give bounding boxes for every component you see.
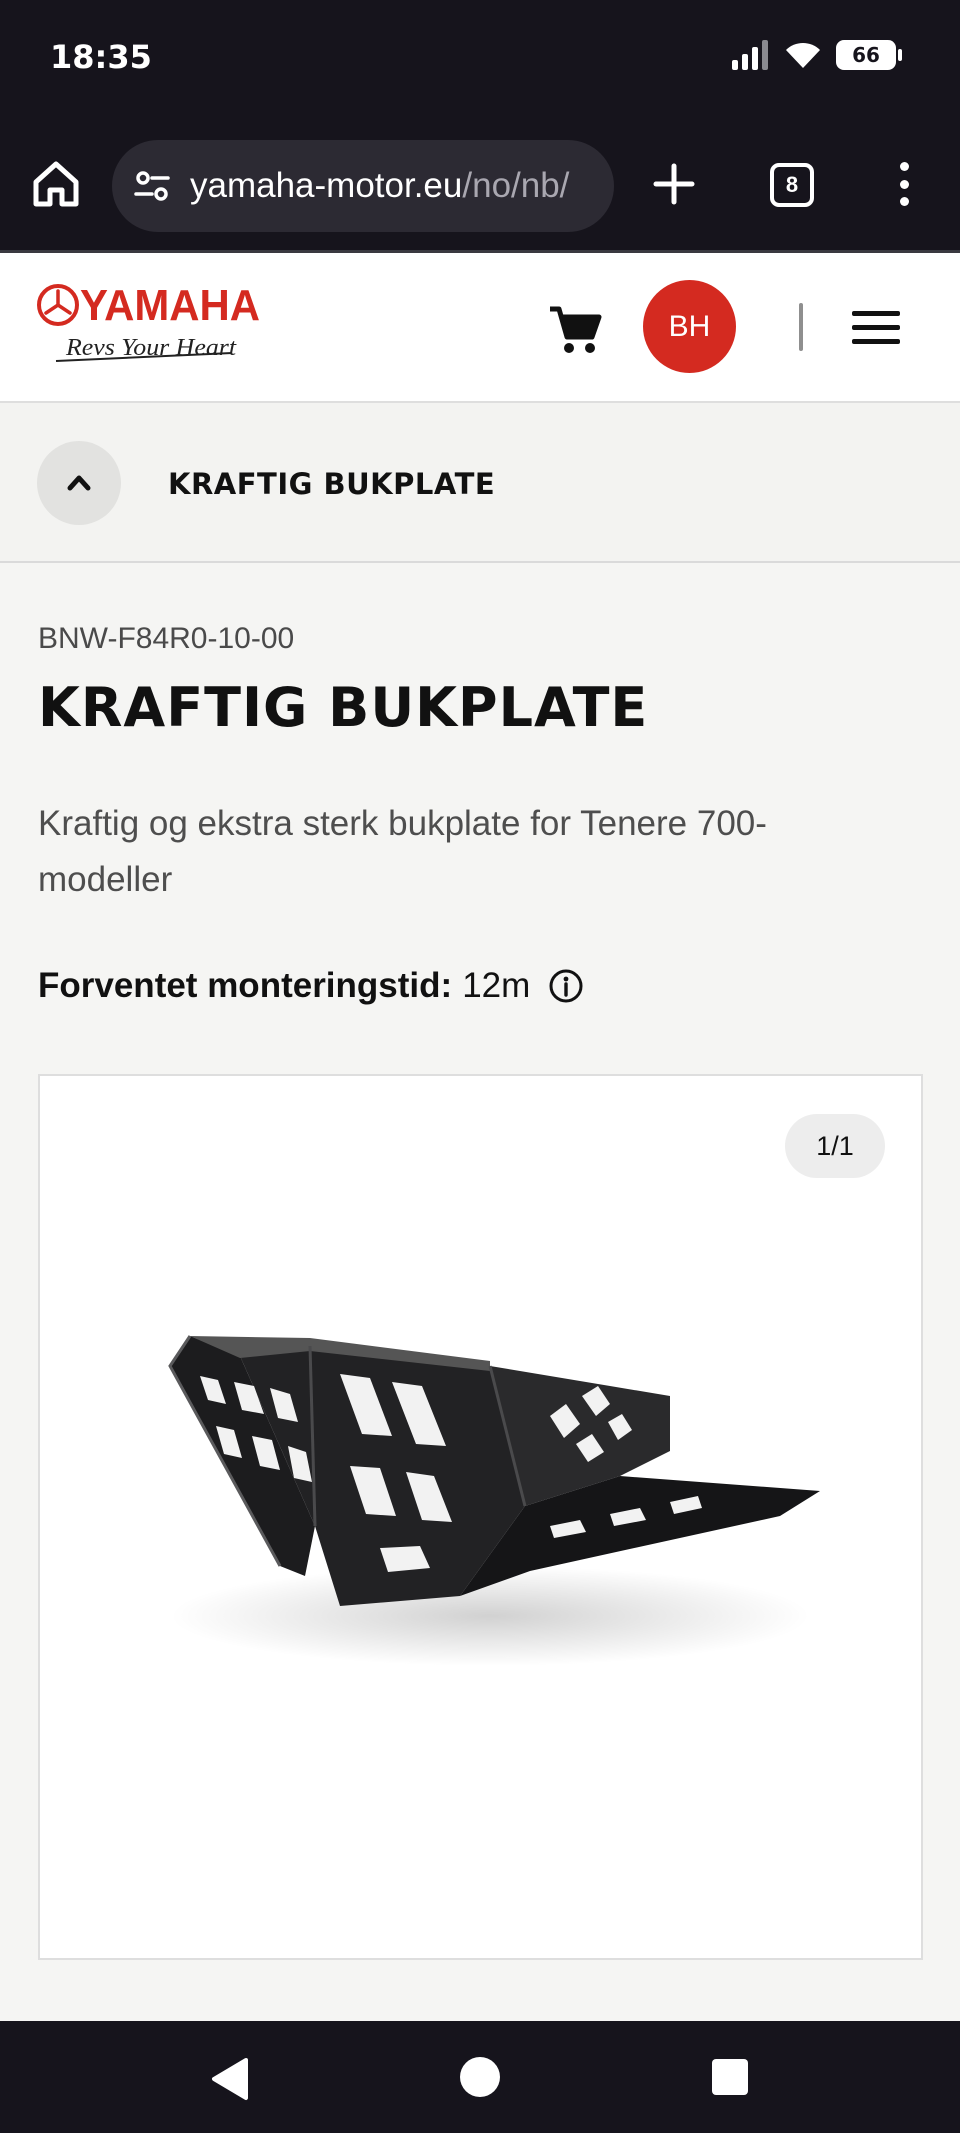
battery-level: 66 [852, 43, 880, 67]
product-description: Kraftig og ekstra sterk bukplate for Ten… [38, 804, 767, 899]
address-bar[interactable]: yamaha-motor.eu/no/nb/ [112, 140, 614, 232]
site-header: YAMAHA Revs Your Heart BH [0, 253, 960, 403]
user-avatar[interactable]: BH [643, 280, 736, 373]
home-circle-icon[interactable] [460, 2057, 500, 2097]
tune-icon[interactable] [132, 166, 172, 206]
browser-toolbar: yamaha-motor.eu/no/nb/ 8 [0, 118, 960, 253]
url-path: /no/nb/ [462, 166, 570, 205]
section-title: KRAFTIG BUKPLATE [168, 467, 496, 501]
skid-plate-image[interactable] [130, 1276, 850, 1696]
product-sku: BNW-F84R0-10-00 [38, 622, 295, 655]
kebab-menu-icon[interactable] [888, 158, 920, 210]
url-domain: yamaha-motor.eu [190, 166, 463, 205]
url-text[interactable]: yamaha-motor.eu/no/nb/ [190, 166, 569, 206]
mounting-time-label: Forventet monteringstid: [38, 966, 453, 1005]
info-icon[interactable] [548, 968, 584, 1004]
status-time: 18:35 [50, 38, 152, 76]
image-counter: 1/1 [785, 1114, 885, 1178]
home-icon[interactable] [30, 158, 82, 210]
avatar-initials: BH [668, 309, 711, 343]
tab-count: 8 [785, 172, 799, 197]
chevron-up-icon [67, 475, 91, 491]
cart-icon[interactable] [548, 303, 602, 357]
plus-icon[interactable] [648, 158, 700, 210]
tabs-icon[interactable]: 8 [770, 163, 814, 207]
wifi-icon [786, 42, 820, 68]
header-divider [799, 303, 803, 351]
hamburger-menu-icon[interactable] [852, 303, 900, 351]
signal-icon [732, 40, 768, 70]
yamaha-logo[interactable]: YAMAHA Revs Your Heart [36, 283, 266, 373]
recents-icon[interactable] [712, 2059, 748, 2095]
product-title: KRAFTIG BUKPLATE [38, 676, 649, 739]
back-icon[interactable] [206, 2056, 252, 2102]
system-nav-bar [0, 2021, 960, 2133]
collapse-button[interactable] [37, 441, 121, 525]
battery-icon: 66 [836, 40, 902, 70]
mounting-time-row: Forventet monteringstid: 12m [38, 966, 584, 1006]
logo-text: YAMAHA [80, 283, 260, 330]
status-icons: 66 [730, 40, 902, 70]
section-bar: KRAFTIG BUKPLATE [0, 403, 960, 563]
status-bar: 18:35 66 [0, 0, 960, 118]
product-gallery[interactable]: 1/1 [38, 1074, 923, 1960]
mounting-time-value: 12m [462, 966, 531, 1005]
